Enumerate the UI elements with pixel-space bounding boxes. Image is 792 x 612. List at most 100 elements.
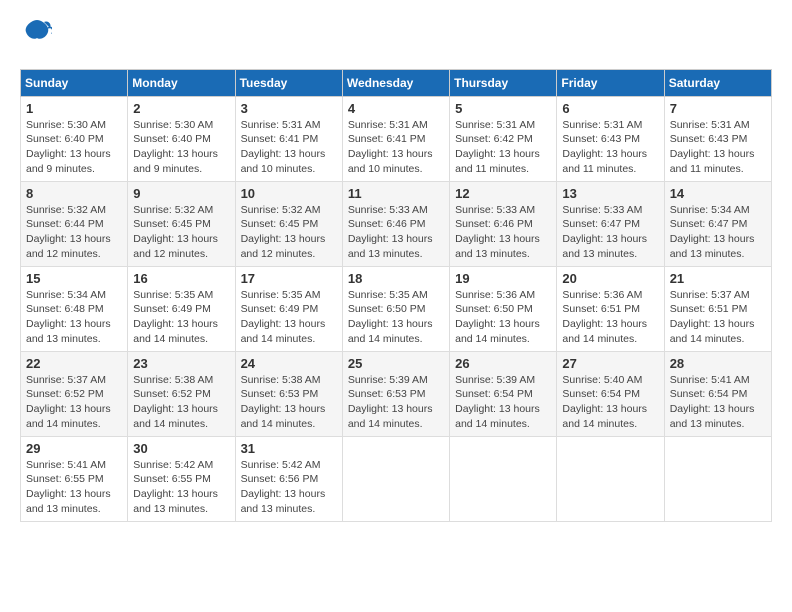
calendar-cell: 24 Sunrise: 5:38 AMSunset: 6:53 PMDaylig…: [235, 351, 342, 436]
day-number: 13: [562, 186, 658, 201]
calendar-cell: 9 Sunrise: 5:32 AMSunset: 6:45 PMDayligh…: [128, 181, 235, 266]
calendar-cell: 5 Sunrise: 5:31 AMSunset: 6:42 PMDayligh…: [450, 96, 557, 181]
calendar-cell: 6 Sunrise: 5:31 AMSunset: 6:43 PMDayligh…: [557, 96, 664, 181]
day-info: Sunrise: 5:37 AMSunset: 6:51 PMDaylight:…: [670, 289, 755, 345]
day-number: 23: [133, 356, 229, 371]
day-number: 25: [348, 356, 444, 371]
day-number: 9: [133, 186, 229, 201]
calendar-cell: 2 Sunrise: 5:30 AMSunset: 6:40 PMDayligh…: [128, 96, 235, 181]
day-info: Sunrise: 5:38 AMSunset: 6:53 PMDaylight:…: [241, 374, 326, 430]
calendar-cell: 16 Sunrise: 5:35 AMSunset: 6:49 PMDaylig…: [128, 266, 235, 351]
calendar-cell: 17 Sunrise: 5:35 AMSunset: 6:49 PMDaylig…: [235, 266, 342, 351]
day-info: Sunrise: 5:39 AMSunset: 6:54 PMDaylight:…: [455, 374, 540, 430]
day-info: Sunrise: 5:36 AMSunset: 6:50 PMDaylight:…: [455, 289, 540, 345]
calendar-cell: 28 Sunrise: 5:41 AMSunset: 6:54 PMDaylig…: [664, 351, 771, 436]
day-number: 7: [670, 101, 766, 116]
day-info: Sunrise: 5:41 AMSunset: 6:55 PMDaylight:…: [26, 459, 111, 515]
weekday-header-wednesday: Wednesday: [342, 69, 449, 96]
calendar-cell: [342, 436, 449, 521]
calendar-cell: 25 Sunrise: 5:39 AMSunset: 6:53 PMDaylig…: [342, 351, 449, 436]
day-number: 12: [455, 186, 551, 201]
day-number: 19: [455, 271, 551, 286]
weekday-header-friday: Friday: [557, 69, 664, 96]
calendar-cell: 23 Sunrise: 5:38 AMSunset: 6:52 PMDaylig…: [128, 351, 235, 436]
calendar-week-3: 15 Sunrise: 5:34 AMSunset: 6:48 PMDaylig…: [21, 266, 772, 351]
day-number: 21: [670, 271, 766, 286]
day-info: Sunrise: 5:39 AMSunset: 6:53 PMDaylight:…: [348, 374, 433, 430]
calendar-cell: 31 Sunrise: 5:42 AMSunset: 6:56 PMDaylig…: [235, 436, 342, 521]
day-info: Sunrise: 5:38 AMSunset: 6:52 PMDaylight:…: [133, 374, 218, 430]
calendar-cell: 30 Sunrise: 5:42 AMSunset: 6:55 PMDaylig…: [128, 436, 235, 521]
calendar-week-5: 29 Sunrise: 5:41 AMSunset: 6:55 PMDaylig…: [21, 436, 772, 521]
calendar-cell: 1 Sunrise: 5:30 AMSunset: 6:40 PMDayligh…: [21, 96, 128, 181]
calendar-table: SundayMondayTuesdayWednesdayThursdayFrid…: [20, 69, 772, 522]
day-number: 6: [562, 101, 658, 116]
calendar-cell: 19 Sunrise: 5:36 AMSunset: 6:50 PMDaylig…: [450, 266, 557, 351]
day-number: 26: [455, 356, 551, 371]
calendar-cell: 27 Sunrise: 5:40 AMSunset: 6:54 PMDaylig…: [557, 351, 664, 436]
day-info: Sunrise: 5:35 AMSunset: 6:50 PMDaylight:…: [348, 289, 433, 345]
day-number: 1: [26, 101, 122, 116]
calendar-cell: 22 Sunrise: 5:37 AMSunset: 6:52 PMDaylig…: [21, 351, 128, 436]
calendar-cell: 4 Sunrise: 5:31 AMSunset: 6:41 PMDayligh…: [342, 96, 449, 181]
day-info: Sunrise: 5:30 AMSunset: 6:40 PMDaylight:…: [26, 119, 111, 175]
day-number: 2: [133, 101, 229, 116]
calendar-week-2: 8 Sunrise: 5:32 AMSunset: 6:44 PMDayligh…: [21, 181, 772, 266]
logo-bird-icon: [22, 18, 52, 46]
calendar-cell: 21 Sunrise: 5:37 AMSunset: 6:51 PMDaylig…: [664, 266, 771, 351]
day-number: 14: [670, 186, 766, 201]
calendar-cell: [450, 436, 557, 521]
calendar-cell: [664, 436, 771, 521]
day-number: 18: [348, 271, 444, 286]
day-number: 15: [26, 271, 122, 286]
day-info: Sunrise: 5:40 AMSunset: 6:54 PMDaylight:…: [562, 374, 647, 430]
day-info: Sunrise: 5:33 AMSunset: 6:46 PMDaylight:…: [455, 204, 540, 260]
page-header: [20, 20, 772, 61]
day-info: Sunrise: 5:32 AMSunset: 6:44 PMDaylight:…: [26, 204, 111, 260]
day-info: Sunrise: 5:31 AMSunset: 6:43 PMDaylight:…: [562, 119, 647, 175]
day-number: 5: [455, 101, 551, 116]
day-number: 11: [348, 186, 444, 201]
calendar-header-row: SundayMondayTuesdayWednesdayThursdayFrid…: [21, 69, 772, 96]
calendar-cell: 10 Sunrise: 5:32 AMSunset: 6:45 PMDaylig…: [235, 181, 342, 266]
day-number: 17: [241, 271, 337, 286]
calendar-cell: 3 Sunrise: 5:31 AMSunset: 6:41 PMDayligh…: [235, 96, 342, 181]
day-info: Sunrise: 5:42 AMSunset: 6:55 PMDaylight:…: [133, 459, 218, 515]
day-number: 8: [26, 186, 122, 201]
day-info: Sunrise: 5:42 AMSunset: 6:56 PMDaylight:…: [241, 459, 326, 515]
day-info: Sunrise: 5:35 AMSunset: 6:49 PMDaylight:…: [241, 289, 326, 345]
calendar-body: 1 Sunrise: 5:30 AMSunset: 6:40 PMDayligh…: [21, 96, 772, 521]
calendar-cell: [557, 436, 664, 521]
day-number: 22: [26, 356, 122, 371]
calendar-cell: 11 Sunrise: 5:33 AMSunset: 6:46 PMDaylig…: [342, 181, 449, 266]
day-info: Sunrise: 5:41 AMSunset: 6:54 PMDaylight:…: [670, 374, 755, 430]
day-number: 3: [241, 101, 337, 116]
calendar-week-4: 22 Sunrise: 5:37 AMSunset: 6:52 PMDaylig…: [21, 351, 772, 436]
day-info: Sunrise: 5:33 AMSunset: 6:46 PMDaylight:…: [348, 204, 433, 260]
day-info: Sunrise: 5:35 AMSunset: 6:49 PMDaylight:…: [133, 289, 218, 345]
day-number: 4: [348, 101, 444, 116]
day-info: Sunrise: 5:31 AMSunset: 6:43 PMDaylight:…: [670, 119, 755, 175]
day-number: 10: [241, 186, 337, 201]
day-number: 27: [562, 356, 658, 371]
day-info: Sunrise: 5:31 AMSunset: 6:41 PMDaylight:…: [348, 119, 433, 175]
day-number: 29: [26, 441, 122, 456]
calendar-cell: 8 Sunrise: 5:32 AMSunset: 6:44 PMDayligh…: [21, 181, 128, 266]
calendar-cell: 26 Sunrise: 5:39 AMSunset: 6:54 PMDaylig…: [450, 351, 557, 436]
day-number: 31: [241, 441, 337, 456]
day-info: Sunrise: 5:34 AMSunset: 6:47 PMDaylight:…: [670, 204, 755, 260]
day-info: Sunrise: 5:32 AMSunset: 6:45 PMDaylight:…: [133, 204, 218, 260]
day-number: 30: [133, 441, 229, 456]
day-number: 16: [133, 271, 229, 286]
weekday-header-tuesday: Tuesday: [235, 69, 342, 96]
day-info: Sunrise: 5:31 AMSunset: 6:42 PMDaylight:…: [455, 119, 540, 175]
calendar-cell: 29 Sunrise: 5:41 AMSunset: 6:55 PMDaylig…: [21, 436, 128, 521]
weekday-header-thursday: Thursday: [450, 69, 557, 96]
weekday-header-monday: Monday: [128, 69, 235, 96]
day-number: 28: [670, 356, 766, 371]
calendar-cell: 18 Sunrise: 5:35 AMSunset: 6:50 PMDaylig…: [342, 266, 449, 351]
logo: [20, 20, 52, 51]
weekday-header-sunday: Sunday: [21, 69, 128, 96]
calendar-cell: 7 Sunrise: 5:31 AMSunset: 6:43 PMDayligh…: [664, 96, 771, 181]
day-info: Sunrise: 5:33 AMSunset: 6:47 PMDaylight:…: [562, 204, 647, 260]
